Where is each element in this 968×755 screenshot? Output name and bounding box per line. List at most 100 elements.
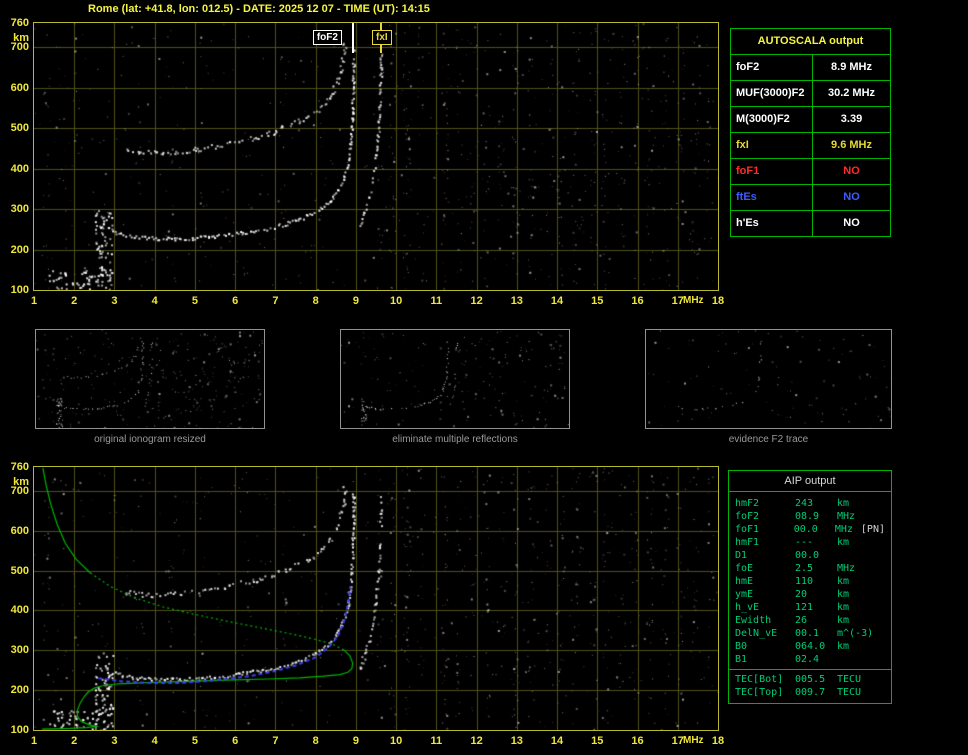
fof2-marker-label: foF2 — [312, 30, 342, 45]
aip-row-label: h_vE — [735, 602, 760, 613]
top-xtick-16: 16 — [631, 295, 644, 307]
aip-row-B1: B1 02.4 — [729, 653, 891, 666]
bottom-ytick-600: 600 — [10, 524, 29, 537]
bottom-ionogram-plot — [33, 466, 719, 731]
aip-row-value: 009.7 — [795, 687, 826, 698]
autoscala-table-body: foF2 8.9 MHz MUF(3000)F2 30.2 MHz M(3000)F2 3… — [731, 54, 890, 236]
bottom-ytick-400: 400 — [10, 604, 29, 617]
aip-row-label: D1 — [735, 550, 748, 561]
top-xtick-13: 13 — [510, 295, 523, 307]
top-xtick-15: 15 — [591, 295, 604, 307]
top-ytick-600: 600 — [10, 81, 29, 94]
bottom-xtick-9: 9 — [352, 735, 359, 747]
autoscala-row-MUF3000F2: MUF(3000)F2 30.2 MHz — [731, 80, 890, 106]
thumbnail-f2-evidence: evidence F2 trace — [645, 329, 892, 445]
aip-row-ymE: ymE 20 km — [729, 588, 891, 601]
aip-row-unit: km — [837, 498, 850, 509]
aip-row-value: 064.0 — [795, 641, 826, 652]
aip-row-value: 02.4 — [795, 654, 820, 665]
bottom-ytick-500: 500 — [10, 564, 29, 577]
top-xtick-8: 8 — [312, 295, 319, 307]
top-xtick-5: 5 — [191, 295, 198, 307]
top-ytick-400: 400 — [10, 162, 29, 175]
top-xtick-6: 6 — [232, 295, 239, 307]
autoscala-row-value: 3.39 — [840, 113, 863, 125]
autoscala-output-table: AUTOSCALA output foF2 8.9 MHz MUF(3000)F2 3… — [730, 28, 891, 237]
bottom-xtick-11: 11 — [430, 735, 443, 747]
bottom-xtick-4: 4 — [151, 735, 158, 747]
top-xtick-12: 12 — [470, 295, 483, 307]
autoscala-row-value: 9.6 MHz — [831, 139, 872, 151]
bottom-xtick-12: 12 — [470, 735, 483, 747]
aip-row-value: 08.9 — [795, 511, 820, 522]
bottom-ytick-760: 760 — [10, 461, 29, 473]
aip-row-label: hmE — [735, 576, 754, 587]
aip-row-Ewidth: Ewidth 26 km — [729, 614, 891, 627]
aip-row-label: ymE — [735, 589, 754, 600]
aip-row-value: 005.5 — [795, 674, 826, 685]
station-title: Rome (lat: +41.8, lon: 012.5) - DATE: 20… — [88, 3, 430, 15]
fof2-marker-line — [351, 23, 354, 53]
bottom-xtick-2: 2 — [71, 735, 78, 747]
aip-row-unit: km — [837, 615, 850, 626]
bottom-xtick-8: 8 — [312, 735, 319, 747]
autoscala-row-hEs: h'Es NO — [731, 210, 890, 236]
thumbnail-no-multiples-canvas — [340, 329, 570, 429]
bottom-xtick-14: 14 — [550, 735, 564, 747]
autoscala-row-value: NO — [843, 217, 860, 229]
thumbnail-caption-no-multiples: eliminate multiple reflections — [392, 434, 518, 445]
aip-row-unit: km — [837, 602, 850, 613]
aip-row-foF1: foF1 00.0 MHz [PN] — [729, 523, 891, 536]
autoscala-window: Rome (lat: +41.8, lon: 012.5) - DATE: 20… — [0, 0, 968, 755]
aip-row-unit: km — [837, 589, 850, 600]
top-xtick-9: 9 — [352, 295, 359, 307]
bottom-xtick-7: 7 — [272, 735, 279, 747]
bottom-xtick-6: 6 — [232, 735, 239, 747]
autoscala-row-label: foF2 — [731, 55, 813, 80]
aip-row-label: DelN_vE — [735, 628, 778, 639]
aip-row-extra: [PN] — [860, 524, 885, 535]
thumbnail-original-canvas — [35, 329, 265, 429]
aip-row-value: 20 — [795, 589, 808, 600]
top-xtick-2: 2 — [71, 295, 78, 307]
autoscala-table-header: AUTOSCALA output — [757, 35, 864, 47]
autoscala-row-foF1: foF1 NO — [731, 158, 890, 184]
aip-row-unit: MHz — [837, 511, 856, 522]
aip-output-table: AIP output hmF2 243 km foF2 08.9 MHz foF1 00.0 M… — [728, 470, 892, 704]
bottom-ytick-300: 300 — [10, 644, 29, 657]
aip-row-value: 243 — [795, 498, 814, 509]
aip-row-label: B0 — [735, 641, 748, 652]
top-xtick-14: 14 — [550, 295, 564, 307]
aip-row-unit: km — [837, 576, 850, 587]
aip-row-TECTop: TEC[Top] 009.7 TECU — [729, 686, 891, 699]
bottom-ytick-200: 200 — [10, 684, 29, 697]
top-x-unit: MHz — [683, 295, 704, 306]
aip-row-unit — [837, 653, 885, 666]
aip-row-hmF2: hmF2 243 km — [729, 497, 891, 510]
aip-table-divider — [729, 669, 891, 670]
aip-row-hvE: h_vE 121 km — [729, 601, 891, 614]
aip-row-label: foF1 — [735, 524, 760, 535]
aip-row-value: 121 — [795, 602, 814, 613]
fxi-marker-label: fxI — [372, 30, 392, 45]
autoscala-row-label: fxI — [731, 133, 813, 158]
bottom-y-unit: km — [13, 476, 29, 488]
top-xtick-10: 10 — [389, 295, 403, 307]
top-xtick-18: 18 — [711, 295, 725, 307]
aip-row-foF2: foF2 08.9 MHz — [729, 510, 891, 523]
bottom-xtick-3: 3 — [111, 735, 118, 747]
bottom-xtick-18: 18 — [711, 735, 725, 747]
top-xtick-1: 1 — [30, 295, 38, 307]
aip-row-value: 00.0 — [795, 550, 820, 561]
aip-row-label: TEC[Top] — [735, 687, 784, 698]
thumbnail-caption-original: original ionogram resized — [94, 434, 206, 445]
bottom-xtick-5: 5 — [191, 735, 198, 747]
aip-row-unit: MHz — [837, 563, 856, 574]
aip-row-foE: foE 2.5 MHz — [729, 562, 891, 575]
autoscala-row-M3000F2: M(3000)F2 3.39 — [731, 106, 890, 132]
aip-row-value: 110 — [795, 576, 814, 587]
aip-row-DelNvE: DelN_vE 00.1 m^(-3) — [729, 627, 891, 640]
aip-row-value: 00.0 — [793, 524, 818, 535]
autoscala-row-foF2: foF2 8.9 MHz — [731, 54, 890, 80]
aip-row-label: hmF2 — [735, 498, 760, 509]
